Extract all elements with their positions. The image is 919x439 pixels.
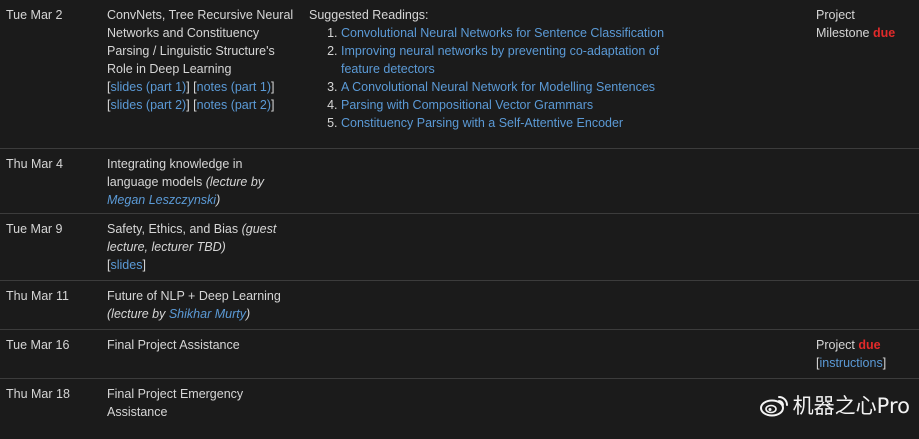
materials-links: [slides] — [107, 258, 146, 272]
reading-link[interactable]: A Convolutional Neural Network for Model… — [341, 80, 655, 94]
instructions-link[interactable]: instructions — [819, 356, 882, 370]
row-description: Safety, Ethics, and Bias (guest lecture,… — [107, 220, 297, 274]
reading-item: Improving neural networks by preventing … — [341, 42, 789, 78]
lecturer-link[interactable]: Shikhar Murty — [169, 307, 246, 321]
row-date: Tue Mar 2 — [6, 8, 63, 22]
row-description: Final Project Emergency Assistance — [107, 385, 297, 421]
logistics: Project Milestone due — [816, 6, 916, 42]
watermark-text: 机器之心Pro — [792, 394, 910, 418]
desc-line: lecture, lecturer TBD) — [107, 240, 226, 254]
notes-part2-link[interactable]: notes (part 2) — [197, 98, 271, 112]
row-date: Thu Mar 4 — [6, 157, 63, 171]
row-description: ConvNets, Tree Recursive Neural Networks… — [107, 6, 297, 114]
reading-item: A Convolutional Neural Network for Model… — [341, 78, 789, 96]
desc-line: Future of NLP + Deep Learning — [107, 289, 281, 303]
schedule-row: Tue Mar 2 ConvNets, Tree Recursive Neura… — [0, 0, 919, 149]
schedule-row: Tue Mar 9 Safety, Ethics, and Bias (gues… — [0, 214, 919, 281]
reading-link[interactable]: Constituency Parsing with a Self-Attenti… — [341, 116, 623, 130]
desc-line: Assistance — [107, 405, 168, 419]
reading-link[interactable]: Convolutional Neural Networks for Senten… — [341, 26, 664, 40]
schedule-row: Thu Mar 11 Future of NLP + Deep Learning… — [0, 281, 919, 330]
desc-line: (lecture by Shikhar Murty) — [107, 307, 251, 321]
desc-line: language models (lecture by — [107, 175, 265, 189]
desc-line: Safety, Ethics, and Bias (guest — [107, 222, 277, 236]
desc-line: Networks and Constituency — [107, 26, 260, 40]
weibo-icon — [759, 393, 789, 417]
slides-part2-link[interactable]: slides (part 2) — [110, 98, 186, 112]
reading-link[interactable]: Parsing with Compositional Vector Gramma… — [341, 98, 593, 112]
reading-item: Convolutional Neural Networks for Senten… — [341, 24, 789, 42]
suggested-readings: Suggested Readings: Convolutional Neural… — [309, 6, 789, 132]
materials-links-1: [slides (part 1)] [notes (part 1)] — [107, 80, 275, 94]
logistics: Project due [instructions] — [816, 336, 916, 372]
logistics-line: Project due — [816, 338, 881, 352]
row-date: Tue Mar 16 — [6, 338, 70, 352]
row-date: Thu Mar 18 — [6, 387, 70, 401]
row-date: Thu Mar 11 — [6, 289, 69, 303]
desc-line: Final Project Emergency — [107, 387, 244, 401]
logistics-line: Milestone due — [816, 26, 896, 40]
logistics-line: Project — [816, 8, 855, 22]
desc-line: Megan Leszczynski) — [107, 193, 221, 207]
reading-link[interactable]: Improving neural networks by preventing … — [341, 44, 659, 76]
row-description: Final Project Assistance — [107, 338, 240, 352]
readings-list: Convolutional Neural Networks for Senten… — [309, 24, 789, 132]
desc-line: Parsing / Linguistic Structure's — [107, 44, 275, 58]
watermark: 机器之心Pro — [759, 390, 910, 420]
readings-title: Suggested Readings: — [309, 8, 429, 22]
row-description: Future of NLP + Deep Learning (lecture b… — [107, 287, 317, 323]
lecturer-link[interactable]: Megan Leszczynski — [107, 193, 216, 207]
row-description: Integrating knowledge in language models… — [107, 155, 297, 209]
notes-part1-link[interactable]: notes (part 1) — [197, 80, 271, 94]
desc-line: Integrating knowledge in — [107, 157, 243, 171]
due-badge: due — [872, 26, 896, 40]
due-badge: due — [858, 338, 881, 352]
row-date: Tue Mar 9 — [6, 222, 63, 236]
slides-part1-link[interactable]: slides (part 1) — [110, 80, 186, 94]
reading-item: Parsing with Compositional Vector Gramma… — [341, 96, 789, 114]
desc-line: ConvNets, Tree Recursive Neural — [107, 8, 294, 22]
logistics-line: [instructions] — [816, 356, 887, 370]
schedule-row: Tue Mar 16 Final Project Assistance Proj… — [0, 330, 919, 379]
materials-links-2: [slides (part 2)] [notes (part 2)] — [107, 98, 275, 112]
schedule-row: Thu Mar 4 Integrating knowledge in langu… — [0, 149, 919, 214]
slides-link[interactable]: slides — [110, 258, 142, 272]
desc-line: Role in Deep Learning — [107, 62, 232, 76]
reading-item: Constituency Parsing with a Self-Attenti… — [341, 114, 789, 132]
